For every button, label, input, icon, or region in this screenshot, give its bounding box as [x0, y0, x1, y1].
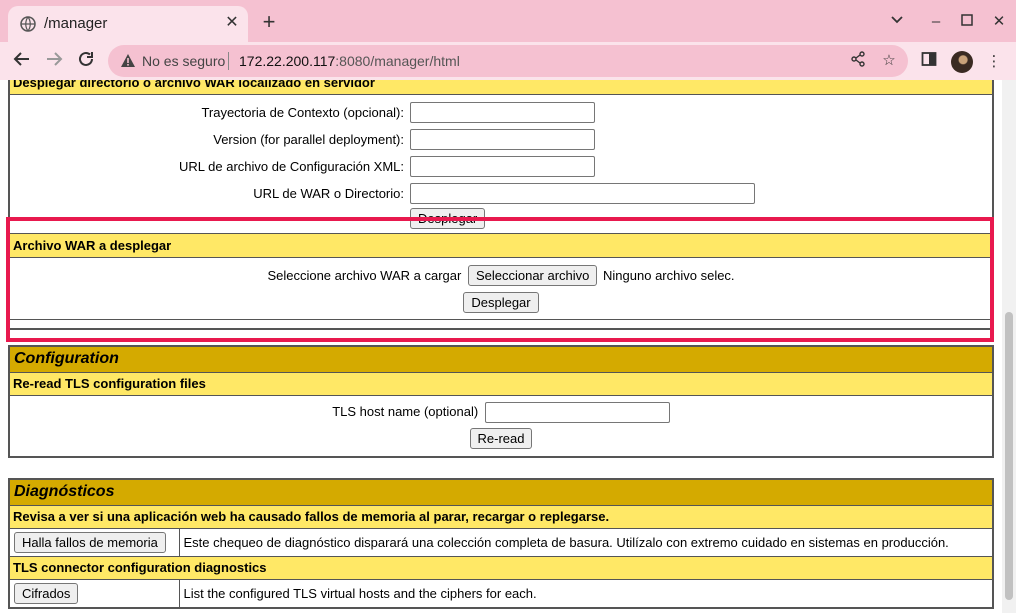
browser-tab[interactable]: /manager ✕	[8, 6, 248, 42]
configuration-table: Configuration Re-read TLS configuration …	[8, 345, 994, 458]
scrollbar-thumb[interactable]	[1005, 312, 1013, 600]
version-input[interactable]	[410, 128, 595, 150]
context-path-label: Trayectoria de Contexto (opcional):	[201, 104, 404, 120]
page-viewport: Desplegar directorio o archivo WAR local…	[0, 80, 1002, 613]
context-path-input[interactable]	[410, 101, 595, 123]
tls-diagnostics-heading: TLS connector configuration diagnostics	[9, 555, 993, 580]
close-window-icon[interactable]: ✕	[988, 11, 1010, 33]
war-select-label: Seleccione archivo WAR a cargar	[267, 267, 462, 283]
find-leaks-description: Este chequeo de diagnóstico disparará un…	[179, 528, 993, 557]
deploy-directory-heading: Desplegar directorio o archivo WAR local…	[9, 80, 993, 95]
config-url-input[interactable]	[410, 155, 595, 177]
war-upload-heading: Archivo WAR a desplegar	[9, 232, 993, 258]
tab-strip: /manager ✕ + – ✕	[0, 0, 1016, 42]
configuration-title: Configuration	[9, 346, 993, 373]
back-arrow-icon[interactable]	[9, 49, 35, 75]
reread-tls-heading: Re-read TLS configuration files	[9, 371, 993, 396]
globe-icon	[20, 16, 36, 32]
bookmark-star-icon[interactable]: ☆	[879, 51, 899, 71]
side-panel-icon[interactable]	[918, 51, 940, 73]
address-bar[interactable]: No es seguro 172.22.200.117:8080/manager…	[108, 45, 908, 77]
ciphers-button[interactable]: Cifrados	[14, 582, 79, 604]
forward-arrow-icon[interactable]	[41, 49, 67, 75]
url-host: 172.22.200.117	[239, 53, 336, 69]
browser-toolbar: No es seguro 172.22.200.117:8080/manager…	[0, 42, 1016, 80]
war-url-label: URL de WAR o Directorio:	[253, 185, 404, 201]
reread-tls-form: TLS host name (optional) Re-read	[9, 395, 993, 457]
deploy-directory-table: Desplegar directorio o archivo WAR local…	[8, 80, 994, 330]
war-url-input[interactable]	[410, 182, 755, 204]
diagnostics-table: Diagnósticos Revisa a ver si una aplicac…	[8, 478, 994, 609]
vertical-scrollbar[interactable]	[1002, 80, 1016, 613]
more-menu-icon[interactable]: ⋮	[983, 51, 1005, 73]
find-leaks-button[interactable]: Halla fallos de memoria	[14, 531, 166, 553]
diagnostics-title: Diagnósticos	[9, 479, 993, 506]
memory-leaks-heading: Revisa a ver si una aplicación web ha ca…	[9, 504, 993, 529]
config-url-label: URL de archivo de Configuración XML:	[179, 158, 404, 174]
reread-button[interactable]: Re-read	[469, 427, 533, 449]
new-tab-icon[interactable]: +	[258, 11, 280, 33]
tls-host-label: TLS host name (optional)	[332, 403, 479, 419]
no-file-selected-text: Ninguno archivo selec.	[603, 267, 735, 283]
tls-host-input[interactable]	[484, 401, 670, 423]
maximize-icon[interactable]	[956, 11, 978, 33]
warning-triangle-icon[interactable]	[120, 53, 136, 69]
select-file-button[interactable]: Seleccionar archivo	[467, 264, 598, 286]
war-upload-form: Seleccione archivo WAR a cargar Seleccio…	[9, 257, 993, 319]
url-path: :8080/manager/html	[335, 53, 460, 69]
close-tab-icon[interactable]: ✕	[222, 13, 242, 33]
security-status[interactable]: No es seguro	[142, 53, 225, 69]
url-text[interactable]: 172.22.200.117:8080/manager/html	[239, 53, 460, 69]
minimize-icon[interactable]: –	[925, 11, 947, 33]
ciphers-description: List the configured TLS virtual hosts an…	[183, 585, 537, 601]
tab-title: /manager	[44, 15, 108, 32]
deploy-directory-button[interactable]: Desplegar	[410, 207, 486, 229]
deploy-directory-form: Trayectoria de Contexto (opcional): Vers…	[10, 99, 992, 233]
share-icon[interactable]	[848, 51, 868, 71]
profile-avatar[interactable]	[951, 51, 973, 73]
reload-icon[interactable]	[73, 49, 99, 75]
tab-search-chevron-icon[interactable]	[886, 11, 908, 33]
deploy-war-button[interactable]: Desplegar	[463, 291, 539, 313]
version-label: Version (for parallel deployment):	[213, 131, 404, 147]
omnibox-divider	[228, 52, 229, 70]
